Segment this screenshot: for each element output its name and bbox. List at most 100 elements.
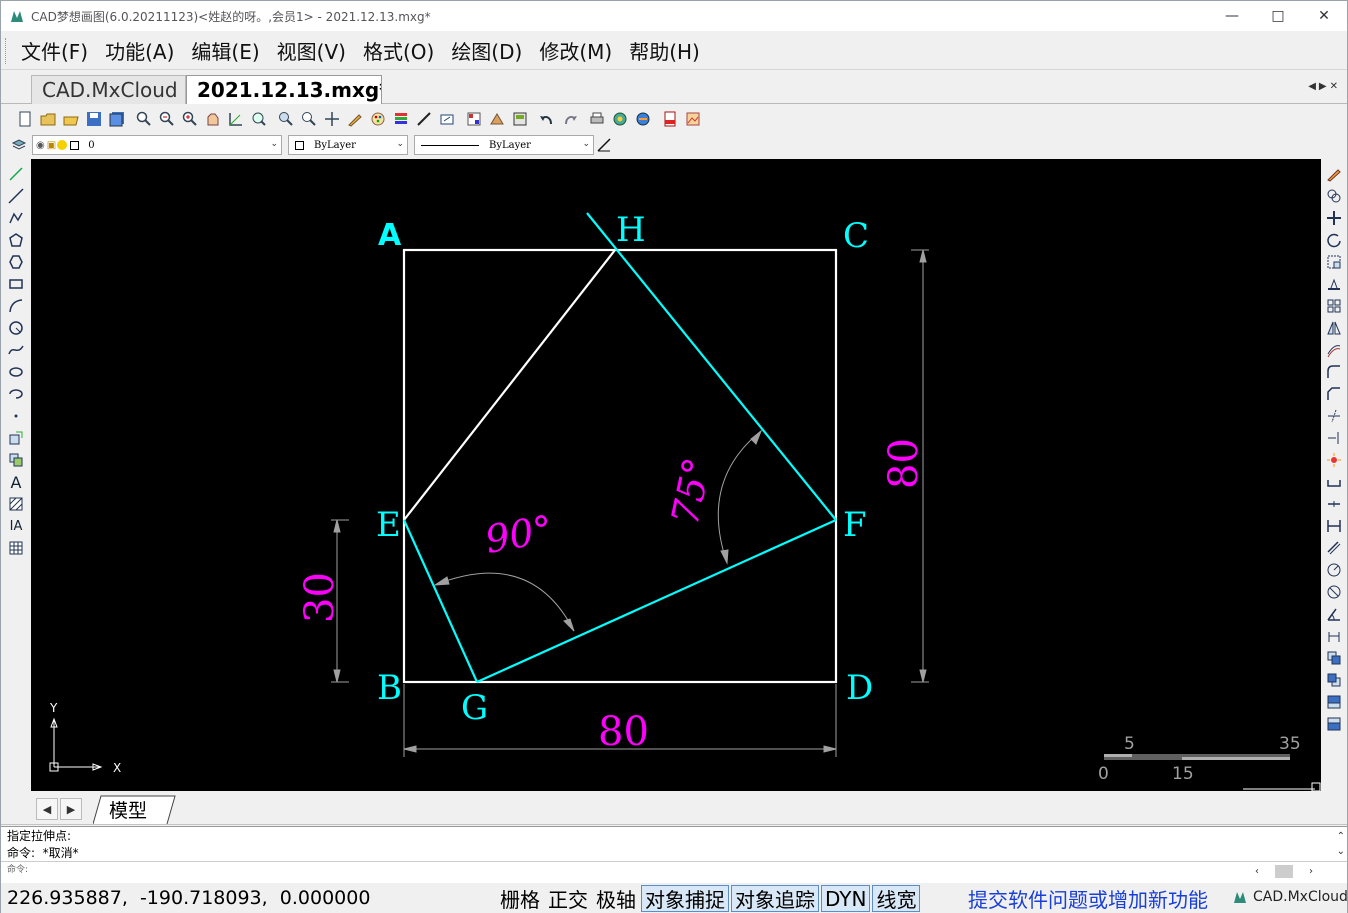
menu-modify[interactable]: 修改(M) [539,36,612,65]
redo-icon[interactable] [560,109,580,129]
toggle-ortho[interactable]: 正交 [545,885,591,912]
layer-stack-icon[interactable] [391,109,411,129]
design-center-icon[interactable] [487,109,507,129]
layout-prev-icon[interactable]: ◀ [36,798,58,820]
toggle-dyn[interactable]: DYN [821,885,871,912]
toggle-polar[interactable]: 极轴 [593,885,639,912]
toggle-grid[interactable]: 栅格 [497,885,543,912]
submit-feedback-link[interactable]: 提交软件问题或增加新功能 [968,885,1208,912]
pan-icon[interactable] [203,109,223,129]
make-block-icon[interactable] [5,449,27,471]
move-icon[interactable] [1323,207,1345,229]
close-icon[interactable]: ✕ [1301,1,1347,31]
zoom-extents-icon[interactable] [249,109,269,129]
plot-preview-icon[interactable] [610,109,630,129]
maximize-icon[interactable]: □ [1255,1,1301,31]
layer-combo[interactable]: ◉ ▣ 0 ⌄ [32,135,282,155]
chamfer-icon[interactable] [1323,383,1345,405]
line-tool-icon[interactable] [5,163,27,185]
spline-icon[interactable] [5,339,27,361]
erase-icon[interactable] [1323,163,1345,185]
extend-icon[interactable] [1323,427,1345,449]
move-view-icon[interactable] [322,109,342,129]
menu-help[interactable]: 帮助(H) [629,36,700,65]
command-hscroll[interactable]: ‹ › [1255,864,1325,879]
mirror-icon[interactable] [1323,317,1345,339]
draw-order-front-icon[interactable] [1323,647,1345,669]
zoom-previous-icon[interactable] [299,109,319,129]
tab-mxcloud[interactable]: CAD.MxCloud [31,75,186,104]
multiline-text-icon[interactable]: IA [5,515,27,537]
arc-icon[interactable] [5,295,27,317]
save-all-icon[interactable] [107,109,127,129]
layer-on-icon[interactable] [57,140,68,150]
menu-view[interactable]: 视图(V) [277,36,346,65]
new-file-icon[interactable] [15,109,35,129]
line-weight-settings-icon[interactable] [594,135,614,155]
array-icon[interactable] [1323,295,1345,317]
linetype-combo[interactable]: ByLayer ⌄ [414,135,594,155]
tab-scroll-arrows[interactable]: ◀▶✕ [1308,81,1341,92]
stretch-icon[interactable] [1323,273,1345,295]
dim-aligned-icon[interactable] [1323,537,1345,559]
toggle-otrack[interactable]: 对象追踪 [731,885,819,912]
draw-order-above-icon[interactable] [1323,691,1345,713]
dim-diameter-icon[interactable] [1323,581,1345,603]
zoom-window-icon[interactable] [134,109,154,129]
break-icon[interactable] [1323,471,1345,493]
rotate-icon[interactable] [1323,229,1345,251]
open-folder-icon[interactable] [61,109,81,129]
brand-badge[interactable]: CAD.MxCloud [1233,889,1348,905]
menu-function[interactable]: 功能(A) [105,36,174,65]
layer-manager-icon[interactable] [9,135,29,155]
draw-order-below-icon[interactable] [1323,713,1345,735]
ellipse-icon[interactable] [5,361,27,383]
open-file-icon[interactable] [38,109,58,129]
point-icon[interactable] [5,405,27,427]
layer-visible-icon[interactable]: ◉ [36,140,45,151]
dim-angular-icon[interactable] [1323,603,1345,625]
drawing-svg[interactable]: A H C E F B G D 80 80 30 90° 75° Y X 5 3… [31,159,1321,791]
block-icon[interactable] [437,109,457,129]
export-pdf-icon[interactable] [660,109,680,129]
construction-line-icon[interactable] [5,185,27,207]
chevron-down-icon[interactable]: ⌄ [396,139,404,149]
menu-format[interactable]: 格式(O) [363,36,434,65]
layer-lock-icon[interactable]: ▣ [47,140,56,151]
explode-icon[interactable] [1323,449,1345,471]
menu-file[interactable]: 文件(F) [21,36,88,65]
command-input[interactable]: 命令: ‹ › [1,861,1347,883]
zoom-out-icon[interactable] [157,109,177,129]
chevron-down-icon[interactable]: ⌄ [582,139,590,149]
circle-icon[interactable] [5,317,27,339]
zoom-realtime-icon[interactable] [276,109,296,129]
dim-linear-icon[interactable] [1323,515,1345,537]
tab-model[interactable]: 模型 [93,795,176,825]
line-eg[interactable] [402,519,479,683]
menu-draw[interactable]: 绘图(D) [451,36,522,65]
polygon-alt-icon[interactable] [5,251,27,273]
command-scrollbar[interactable]: ⌃ ⌄ [1337,829,1345,859]
match-properties-icon[interactable] [345,109,365,129]
publish-icon[interactable] [633,109,653,129]
layout-next-icon[interactable]: ▶ [60,798,82,820]
hatch-icon[interactable] [5,493,27,515]
tool-palette-icon[interactable] [510,109,530,129]
join-icon[interactable] [1323,493,1345,515]
rectangle-icon[interactable] [5,273,27,295]
properties-icon[interactable] [464,109,484,129]
toggle-lineweight[interactable]: 线宽 [872,885,921,912]
line-weight-icon[interactable] [414,109,434,129]
color-combo[interactable]: ByLayer ⌄ [288,135,408,155]
dim-baseline-icon[interactable] [1323,625,1345,647]
line-eh[interactable] [403,249,616,521]
export-image-icon[interactable] [683,109,703,129]
copy-icon[interactable] [1323,185,1345,207]
scale-icon[interactable] [1323,251,1345,273]
ellipse-arc-icon[interactable] [5,383,27,405]
insert-block-icon[interactable] [5,427,27,449]
table-icon[interactable] [5,537,27,559]
chevron-down-icon[interactable]: ⌄ [270,139,278,149]
print-icon[interactable] [587,109,607,129]
angle-arc-right[interactable] [717,429,763,565]
